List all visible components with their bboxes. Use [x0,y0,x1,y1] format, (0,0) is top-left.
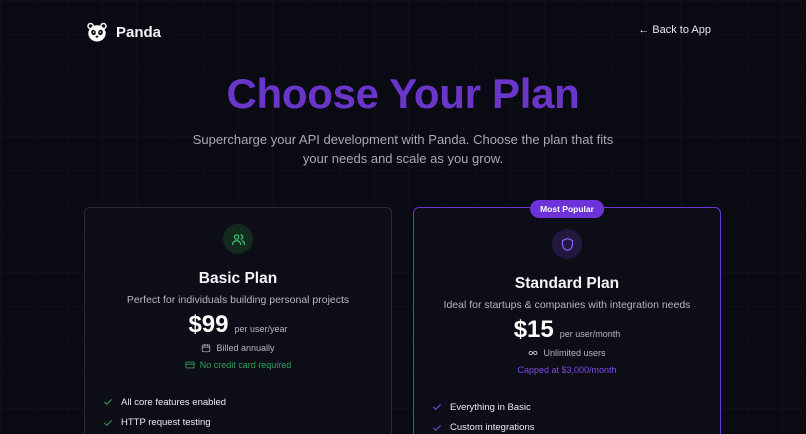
calendar-icon [202,343,211,353]
page-title: Choose Your Plan [226,70,580,117]
plan-icon-wrapper [223,224,253,254]
plan-price: $15 [513,316,554,343]
shield-icon [561,237,573,251]
feature-item: All core features enabled [103,392,226,413]
plan-price-unit: per user/year [234,324,288,334]
feature-list: All core features enabled HTTP request t… [103,392,226,433]
price-row: $99 per user/year [85,311,391,339]
feature-item: HTTP request testing [103,413,226,434]
feature-text: HTTP request testing [121,417,211,429]
price-row: $15 per user/month [414,316,720,344]
feature-list: Everything in Basic Custom integrations [432,397,534,434]
billing-info: Billed annually [85,343,391,353]
brand-logo[interactable]: Panda [86,21,161,43]
plan-name: Standard Plan [514,275,620,292]
feature-item: Everything in Basic [432,397,534,418]
no-credit-card-text: No credit card required [199,360,292,370]
arrow-left-icon: ← [638,24,650,36]
feature-item: Custom integrations [432,418,534,434]
billing-text: Billed annually [216,343,275,353]
plan-card-standard[interactable]: Most Popular Standard Plan Ideal for sta… [413,200,721,434]
users-icon [231,233,245,245]
check-icon [104,419,112,426]
brand-name: Panda [116,23,162,41]
check-icon [104,399,112,406]
plan-icon-wrapper [552,229,582,259]
most-popular-badge: Most Popular [530,200,604,218]
plan-price-unit: per user/month [559,329,621,339]
check-icon [433,404,441,411]
plan-price: $99 [188,311,229,338]
check-icon [433,424,441,431]
users-info: Unlimited users [414,348,720,358]
back-to-app-label: Back to App [652,24,711,36]
back-to-app-link[interactable]: ← Back to App [638,24,711,36]
plan-description: Perfect for individuals building persona… [126,294,350,306]
credit-card-icon [185,361,195,369]
feature-text: Everything in Basic [450,401,531,413]
no-credit-card-info: No credit card required [85,360,391,370]
panda-icon [87,22,107,42]
infinity-icon [529,350,538,356]
users-text: Unlimited users [543,348,606,358]
page-subtitle: Supercharge your API development with Pa… [192,132,614,166]
price-cap-text: Capped at $3,000/month [517,365,617,375]
feature-text: All core features enabled [121,396,227,408]
plan-name: Basic Plan [198,270,278,287]
price-cap-info: Capped at $3,000/month [414,365,720,375]
feature-text: Custom integrations [450,422,535,434]
plan-card-basic[interactable]: Basic Plan Perfect for individuals build… [84,207,392,434]
plan-description: Ideal for startups & companies with inte… [443,299,691,311]
